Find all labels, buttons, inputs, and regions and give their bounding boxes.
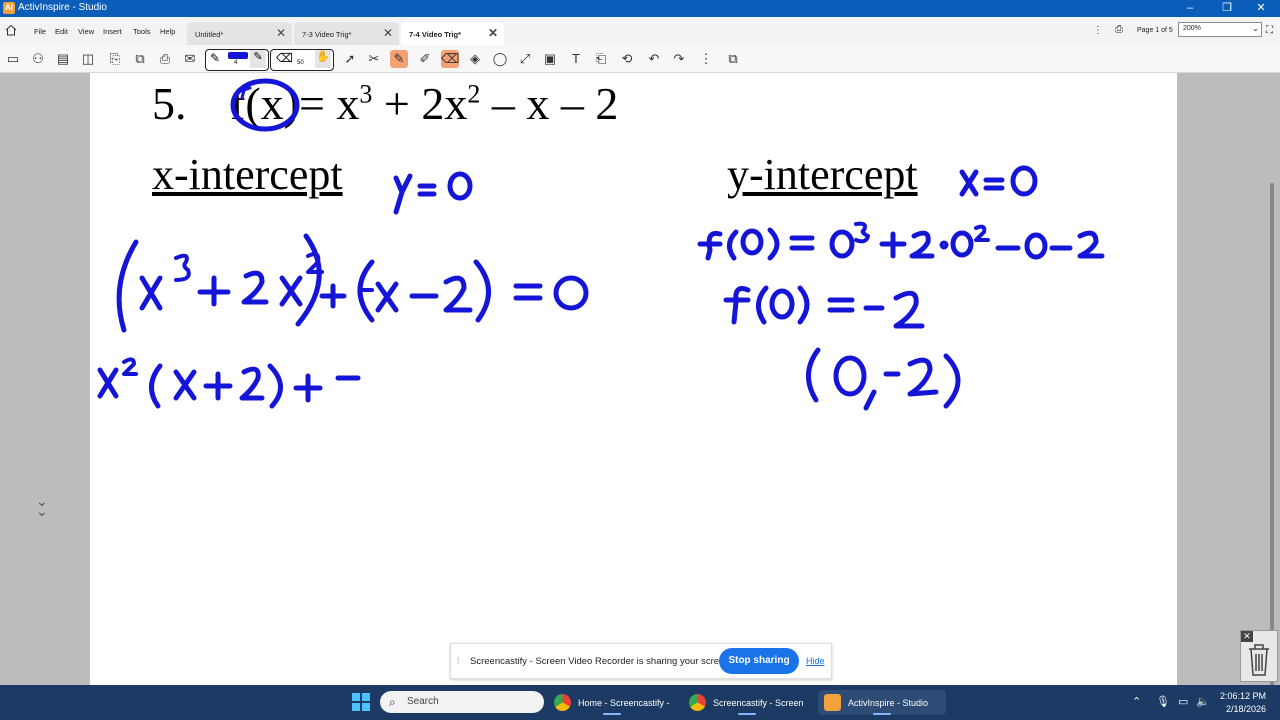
volume-icon[interactable]: 🔈 bbox=[1196, 695, 1210, 708]
ink-equals bbox=[789, 235, 815, 251]
ink-x bbox=[279, 275, 303, 307]
ink-2-exp bbox=[974, 224, 990, 242]
taskbar-search[interactable]: ⌕ Search bbox=[380, 691, 544, 713]
ink-3 bbox=[174, 253, 191, 282]
clock-date: 2/18/2026 bbox=[1225, 704, 1266, 714]
taskbar-app-label: ActivInspire - Studio bbox=[848, 698, 929, 708]
ink-zero bbox=[1010, 165, 1038, 197]
ink-zero bbox=[553, 275, 589, 311]
taskbar-app-activinspire[interactable]: ActivInspire - Studio bbox=[818, 690, 946, 715]
ink-2 bbox=[443, 275, 473, 313]
ink-2 bbox=[1077, 230, 1105, 259]
taskbar-app-chrome-home[interactable]: Home - Screencastify - ı bbox=[548, 690, 676, 715]
running-indicator bbox=[738, 713, 756, 715]
ink-2-exp bbox=[122, 357, 138, 376]
ink-f bbox=[723, 286, 751, 325]
ink-zero bbox=[1024, 232, 1048, 260]
trash-icon[interactable]: ✕ bbox=[1240, 630, 1278, 682]
ink-2 bbox=[909, 230, 935, 259]
taskbar: ⌕ Search Home - Screencastify - ı Screen… bbox=[0, 685, 1280, 720]
ink-f bbox=[697, 230, 723, 261]
ink-x bbox=[173, 369, 197, 401]
ink-2 bbox=[907, 357, 939, 397]
stop-sharing-button[interactable]: Stop sharing bbox=[719, 648, 799, 674]
microphone-icon[interactable]: 🎙 bbox=[1156, 695, 1170, 708]
ink-paren bbox=[727, 229, 739, 261]
ink-paren bbox=[797, 285, 810, 325]
chrome-icon bbox=[554, 694, 571, 711]
activinspire-icon bbox=[824, 694, 841, 711]
ink-comma bbox=[863, 389, 877, 411]
hide-link[interactable]: Hide bbox=[806, 656, 825, 666]
running-indicator bbox=[873, 713, 891, 715]
ink-equals bbox=[827, 297, 855, 313]
ink-paren bbox=[806, 347, 821, 403]
ink-2 bbox=[241, 270, 269, 305]
ink-zero bbox=[833, 355, 867, 397]
ink-equals bbox=[513, 283, 543, 301]
ink-plus bbox=[879, 231, 907, 259]
ink-paren bbox=[767, 227, 780, 261]
network-icon[interactable]: ▭ bbox=[1178, 695, 1188, 708]
ink-plus bbox=[319, 283, 347, 309]
ink-x bbox=[97, 367, 119, 399]
screen-share-notice: ⁞ Screencastify - Screen Video Recorder … bbox=[450, 643, 832, 679]
ink-circle bbox=[230, 78, 300, 132]
ink-equals bbox=[417, 183, 437, 197]
close-icon[interactable]: ✕ bbox=[1241, 631, 1253, 642]
ink-paren bbox=[473, 259, 491, 323]
ink-paren bbox=[116, 239, 139, 333]
ink-dot bbox=[939, 240, 949, 250]
search-icon: ⌕ bbox=[389, 695, 396, 709]
chrome-icon bbox=[689, 694, 706, 711]
ink-paren bbox=[267, 363, 283, 409]
ink-paren bbox=[943, 353, 961, 409]
taskbar-app-label: Screencastify - Screen V bbox=[713, 698, 805, 708]
clock-time: 2:06:12 PM bbox=[1219, 691, 1266, 701]
ink-paren bbox=[149, 363, 163, 409]
ink-zero bbox=[769, 288, 795, 320]
ink-zero bbox=[829, 229, 855, 259]
running-indicator bbox=[603, 713, 621, 715]
ink-3 bbox=[854, 221, 870, 244]
search-placeholder: Search bbox=[407, 696, 439, 707]
taskbar-clock[interactable]: 2:06:12 PM 2/18/2026 bbox=[1212, 690, 1266, 716]
ink-2 bbox=[239, 366, 265, 401]
ink-2 bbox=[893, 290, 925, 329]
ink-x bbox=[139, 275, 163, 311]
ink-equals bbox=[983, 177, 1005, 191]
ink-zero bbox=[447, 171, 473, 201]
ink-y bbox=[393, 173, 413, 215]
ink-plus bbox=[197, 275, 231, 307]
ink-paren bbox=[756, 285, 769, 325]
taskbar-app-label: Home - Screencastify - ı bbox=[578, 698, 670, 708]
ink-x bbox=[375, 281, 399, 313]
ink-plus bbox=[293, 373, 323, 403]
windows-start-icon[interactable] bbox=[352, 693, 370, 711]
chevron-up-icon[interactable]: ⌃ bbox=[1132, 695, 1141, 708]
drag-handle-icon[interactable]: ⁞ bbox=[457, 656, 460, 666]
notice-message: Screencastify - Screen Video Recorder is… bbox=[470, 656, 733, 667]
ink-zero bbox=[740, 228, 764, 256]
taskbar-app-chrome-screencastify[interactable]: Screencastify - Screen V bbox=[683, 690, 811, 715]
ink-x bbox=[959, 169, 979, 197]
ink-zero bbox=[950, 230, 974, 258]
ink-plus bbox=[203, 371, 233, 401]
ink-annotations bbox=[97, 78, 1105, 411]
